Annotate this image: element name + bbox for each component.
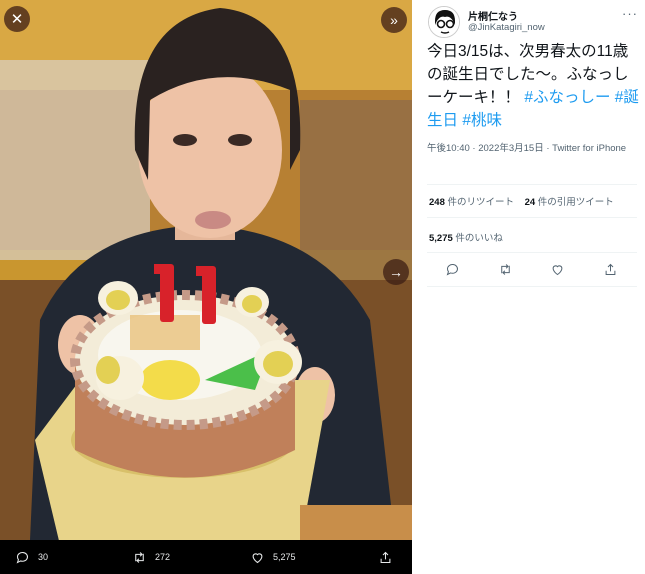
tweet-meta: 午後10:40 · 2022年3月15日 · Twitter for iPhon… — [427, 142, 627, 156]
like-count: 5,275 — [273, 552, 296, 562]
media-viewer: ✕ » → 30 272 5,275 — [0, 0, 412, 574]
reply-icon[interactable] — [445, 262, 460, 277]
display-name[interactable]: 片桐仁なう — [468, 8, 518, 23]
retweet-icon — [135, 551, 144, 563]
hashtag-funassyi[interactable]: #ふなっしー — [524, 89, 610, 106]
retweet-icon[interactable] — [498, 262, 513, 277]
double-chevron-right-icon[interactable]: » — [381, 7, 407, 33]
likes-stat[interactable]: 5,275 件のいいね — [429, 230, 503, 244]
user-handle[interactable]: @JinKatagiri_now — [468, 22, 545, 33]
like-button[interactable]: 5,275 — [250, 540, 296, 574]
close-icon[interactable]: ✕ — [4, 6, 30, 32]
share-icon — [380, 551, 391, 563]
retweet-button[interactable]: 272 — [132, 540, 170, 574]
tweet-time[interactable]: 午後10:40 — [427, 143, 470, 154]
divider — [427, 184, 637, 185]
share-icon[interactable] — [603, 262, 618, 277]
heart-icon[interactable] — [550, 262, 565, 277]
tweet-date[interactable]: 2022年3月15日 — [478, 143, 543, 154]
share-button[interactable] — [378, 540, 393, 574]
more-options-icon[interactable]: ··· — [622, 6, 638, 21]
arrow-right-icon[interactable]: → — [383, 259, 409, 285]
hashtag-peach[interactable]: #桃味 — [462, 112, 502, 129]
heart-icon — [252, 552, 263, 563]
retweets-stat[interactable]: 248 件のリツイート — [429, 197, 514, 208]
tweet-text: 今日3/15は、次男春太の11歳の誕生日でした〜。ふなっしーケーキ！！ #ふなっ… — [427, 40, 641, 132]
divider — [427, 286, 637, 287]
retweet-count: 272 — [155, 552, 171, 562]
avatar-icon — [429, 7, 459, 37]
reply-icon — [16, 551, 28, 564]
media-action-bar: 30 272 5,275 — [0, 540, 412, 574]
meta-separator: · — [472, 143, 476, 154]
avatar[interactable] — [428, 6, 460, 38]
retweet-stats: 248 件のリツイート 24 件の引用ツイート — [429, 194, 614, 208]
reply-count: 30 — [38, 552, 49, 562]
tweet-source[interactable]: Twitter for iPhone — [552, 143, 626, 154]
tweet-photo — [0, 0, 412, 574]
tweet-action-row — [427, 256, 637, 284]
divider — [427, 217, 637, 218]
meta-separator: · — [546, 143, 550, 154]
tweet-panel: 片桐仁なう @JinKatagiri_now ··· 今日3/15は、次男春太の… — [412, 0, 645, 574]
quotes-stat[interactable]: 24 件の引用ツイート — [525, 197, 614, 208]
divider — [427, 252, 637, 253]
reply-button[interactable]: 30 — [15, 540, 48, 574]
